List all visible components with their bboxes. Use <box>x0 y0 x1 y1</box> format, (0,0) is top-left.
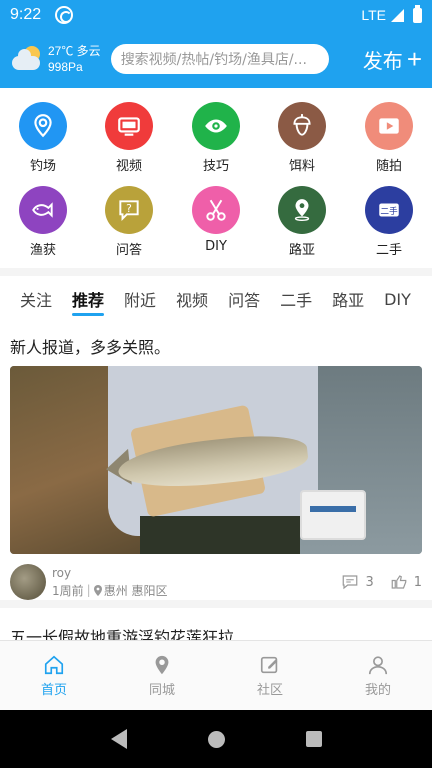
weather-temp: 27℃ 多云 <box>48 44 101 58</box>
post-location: 惠州 惠阳区 <box>103 583 168 598</box>
status-bar: 9:22 LTE <box>0 0 432 30</box>
network-label: LTE <box>361 7 386 23</box>
user-icon <box>368 655 388 674</box>
weather-widget[interactable]: 27℃ 多云 998Pa <box>10 43 101 75</box>
question-icon: ? <box>119 200 139 222</box>
tv-icon <box>118 117 140 136</box>
fish-icon <box>32 202 53 218</box>
tab-recommend[interactable]: 推荐 <box>72 276 105 322</box>
search-input[interactable]: 搜索视频/热帖/钓场/渔具店/... <box>110 44 329 74</box>
location-icon <box>155 655 169 674</box>
post-card[interactable]: 新人报道，多多关照。 roy 1周前 | 惠州 惠阳区 3 1 <box>0 322 432 600</box>
tab-nearby[interactable]: 附近 <box>124 276 156 322</box>
back-icon[interactable] <box>110 729 127 749</box>
search-placeholder: 搜索视频/热帖/钓场/渔具店/... <box>120 52 307 68</box>
author-name[interactable]: roy <box>52 566 168 580</box>
comment-count: 3 <box>365 574 374 590</box>
category-fishing-spot[interactable]: 钓场 <box>8 102 78 174</box>
category-label: 问答 <box>115 243 142 258</box>
second-hand-icon: 二手 <box>379 203 399 217</box>
nav-local[interactable]: 同城 <box>108 641 216 710</box>
category-skills[interactable]: 技巧 <box>181 102 251 174</box>
system-nav-bar <box>0 710 432 768</box>
category-bait[interactable]: 饵料 <box>267 102 337 174</box>
home-icon <box>44 655 64 674</box>
nav-community[interactable]: 社区 <box>216 641 324 710</box>
category-icon-bg <box>19 102 67 150</box>
category-label: 随拍 <box>375 159 402 174</box>
like-count: 1 <box>413 574 422 590</box>
category-label: DIY <box>205 239 227 254</box>
category-label: 饵料 <box>288 159 315 174</box>
scissors-icon <box>206 199 226 221</box>
category-label: 钓场 <box>29 159 56 174</box>
category-label: 渔获 <box>29 243 56 258</box>
second-hand-badge-text: 二手 <box>380 205 398 217</box>
map-pin-icon <box>294 199 310 221</box>
tab-second-hand[interactable]: 二手 <box>280 276 312 322</box>
comment-icon <box>343 575 358 590</box>
post-stats: 3 1 <box>331 573 422 591</box>
category-label: 路亚 <box>288 243 315 258</box>
nav-home[interactable]: 首页 <box>0 641 108 710</box>
status-right: LTE <box>361 4 422 23</box>
category-label: 视频 <box>115 159 142 174</box>
app-screen: 9:22 LTE 27℃ 多云 998Pa 搜索视频/热帖/钓场/渔具店/...… <box>0 0 432 768</box>
location-small-icon <box>93 584 102 596</box>
tab-video[interactable]: 视频 <box>176 276 208 322</box>
post-author-row: roy 1周前 | 惠州 惠阳区 3 1 <box>10 564 422 600</box>
avatar[interactable] <box>10 564 46 600</box>
battery-icon <box>413 4 422 23</box>
top-header: 27℃ 多云 998Pa 搜索视频/热帖/钓场/渔具店/... 发布 + <box>0 30 432 88</box>
category-label: 二手 <box>375 243 402 258</box>
category-snapshot[interactable]: 随拍 <box>354 102 424 174</box>
tab-diy[interactable]: DIY <box>384 276 411 322</box>
comment-button[interactable]: 3 <box>341 573 374 591</box>
post-time: 1周前 <box>52 583 84 598</box>
play-icon <box>379 118 399 134</box>
publish-label: 发布 <box>362 48 403 73</box>
meta-divider: | <box>86 583 91 597</box>
bottom-nav: 首页 同城 社区 我的 <box>0 640 432 710</box>
partly-cloudy-icon <box>10 44 44 74</box>
eye-icon <box>205 119 227 133</box>
tab-qa[interactable]: 问答 <box>228 276 260 322</box>
acorn-icon <box>293 114 311 136</box>
app-notification-icon <box>55 6 74 24</box>
post-photo[interactable] <box>10 366 422 554</box>
category-label: 技巧 <box>202 159 229 174</box>
category-catch[interactable]: 渔获 <box>8 186 78 258</box>
status-time: 9:22 <box>10 6 42 23</box>
nav-label: 同城 <box>148 682 175 698</box>
feed-tabs: 关注 推荐 附近 视频 问答 二手 路亚 DIY <box>0 276 432 322</box>
home-circle-icon[interactable] <box>207 730 225 748</box>
nav-label: 我的 <box>364 682 391 698</box>
tab-lure[interactable]: 路亚 <box>332 276 364 322</box>
signal-icon <box>391 8 404 22</box>
svg-text:?: ? <box>126 202 132 215</box>
nav-label: 社区 <box>256 682 283 698</box>
edit-icon <box>260 656 278 673</box>
category-second-hand[interactable]: 二手 二手 <box>354 186 424 258</box>
plus-icon: + <box>406 43 422 74</box>
category-grid: 钓场 视频 技巧 饵料 随拍 渔获 ? 问答 DIY 路亚 二手 二手 <box>0 88 432 268</box>
tab-follow[interactable]: 关注 <box>20 276 52 322</box>
category-lure[interactable]: 路亚 <box>267 186 337 258</box>
category-video[interactable]: 视频 <box>94 102 164 174</box>
like-button[interactable]: 1 <box>390 573 422 591</box>
thumbs-up-icon <box>391 575 407 589</box>
nav-label: 首页 <box>40 682 67 698</box>
category-qa[interactable]: ? 问答 <box>94 186 164 258</box>
nav-me[interactable]: 我的 <box>324 641 432 710</box>
location-pin-icon <box>34 114 52 138</box>
post-title[interactable]: 新人报道，多多关照。 <box>10 334 422 358</box>
category-diy[interactable]: DIY <box>181 186 251 254</box>
weather-pressure: 998Pa <box>48 60 83 74</box>
recent-apps-icon[interactable] <box>305 731 322 747</box>
publish-button[interactable]: 发布 + <box>363 44 422 75</box>
